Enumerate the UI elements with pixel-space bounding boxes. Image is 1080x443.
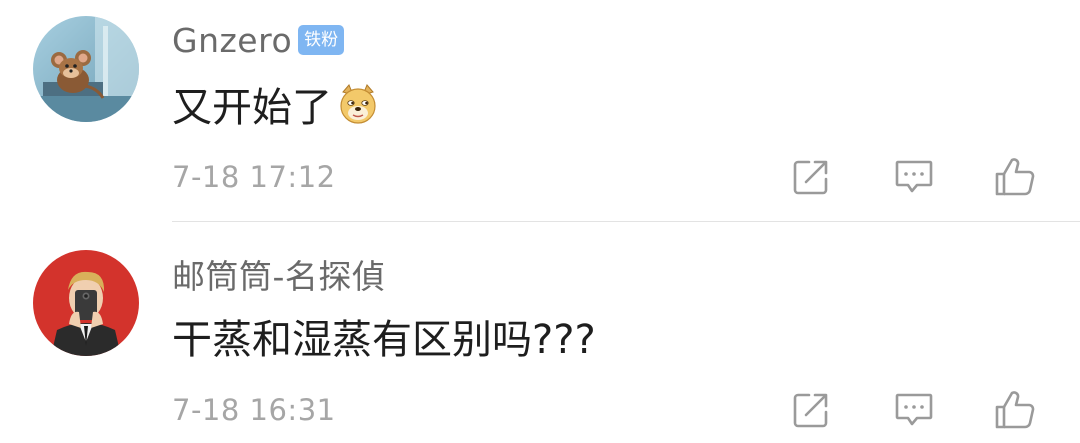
like-button[interactable] <box>990 388 1040 432</box>
like-button[interactable] <box>990 155 1040 199</box>
comment-icon <box>895 160 933 193</box>
thumbs-up-icon <box>995 158 1035 196</box>
comment-text: 又开始了 <box>172 85 332 131</box>
comment-text: 干蒸和湿蒸有区别吗??? <box>172 317 596 363</box>
comment-actions <box>786 155 1040 199</box>
reply-button[interactable] <box>889 155 939 199</box>
user-avatar[interactable] <box>33 250 139 356</box>
share-icon <box>793 393 828 428</box>
comment-meta-row: 7-18 16:31 <box>172 388 1040 432</box>
share-button[interactable] <box>786 155 836 199</box>
comment-text-row: 干蒸和湿蒸有区别吗??? <box>172 308 596 364</box>
reply-button[interactable] <box>889 388 939 432</box>
user-avatar[interactable] <box>33 16 139 122</box>
username-row: 邮筒筒-名探偵 <box>172 252 385 296</box>
jerry-mouse-avatar-image <box>33 16 139 122</box>
comment-actions <box>786 388 1040 432</box>
man-with-phone-avatar-image <box>33 250 139 356</box>
comment-text-row: 又开始了 <box>172 76 380 132</box>
comment-item: 邮筒筒-名探偵 干蒸和湿蒸有区别吗??? 7-18 16:31 <box>0 222 1080 443</box>
username[interactable]: Gnzero <box>172 21 292 60</box>
doge-emoji-icon <box>336 82 380 126</box>
username-row: Gnzero 铁粉 <box>172 18 345 62</box>
username[interactable]: 邮筒筒-名探偵 <box>172 250 385 298</box>
share-button[interactable] <box>786 388 836 432</box>
comment-timestamp: 7-18 17:12 <box>172 160 336 194</box>
comment-timestamp: 7-18 16:31 <box>172 393 336 427</box>
comment-icon <box>895 393 933 426</box>
thumbs-up-icon <box>995 391 1035 429</box>
comment-item: Gnzero 铁粉 又开始了 7-18 17:12 <box>0 0 1080 222</box>
comment-meta-row: 7-18 17:12 <box>172 155 1040 199</box>
fan-badge: 铁粉 <box>298 25 345 55</box>
share-icon <box>793 160 828 195</box>
